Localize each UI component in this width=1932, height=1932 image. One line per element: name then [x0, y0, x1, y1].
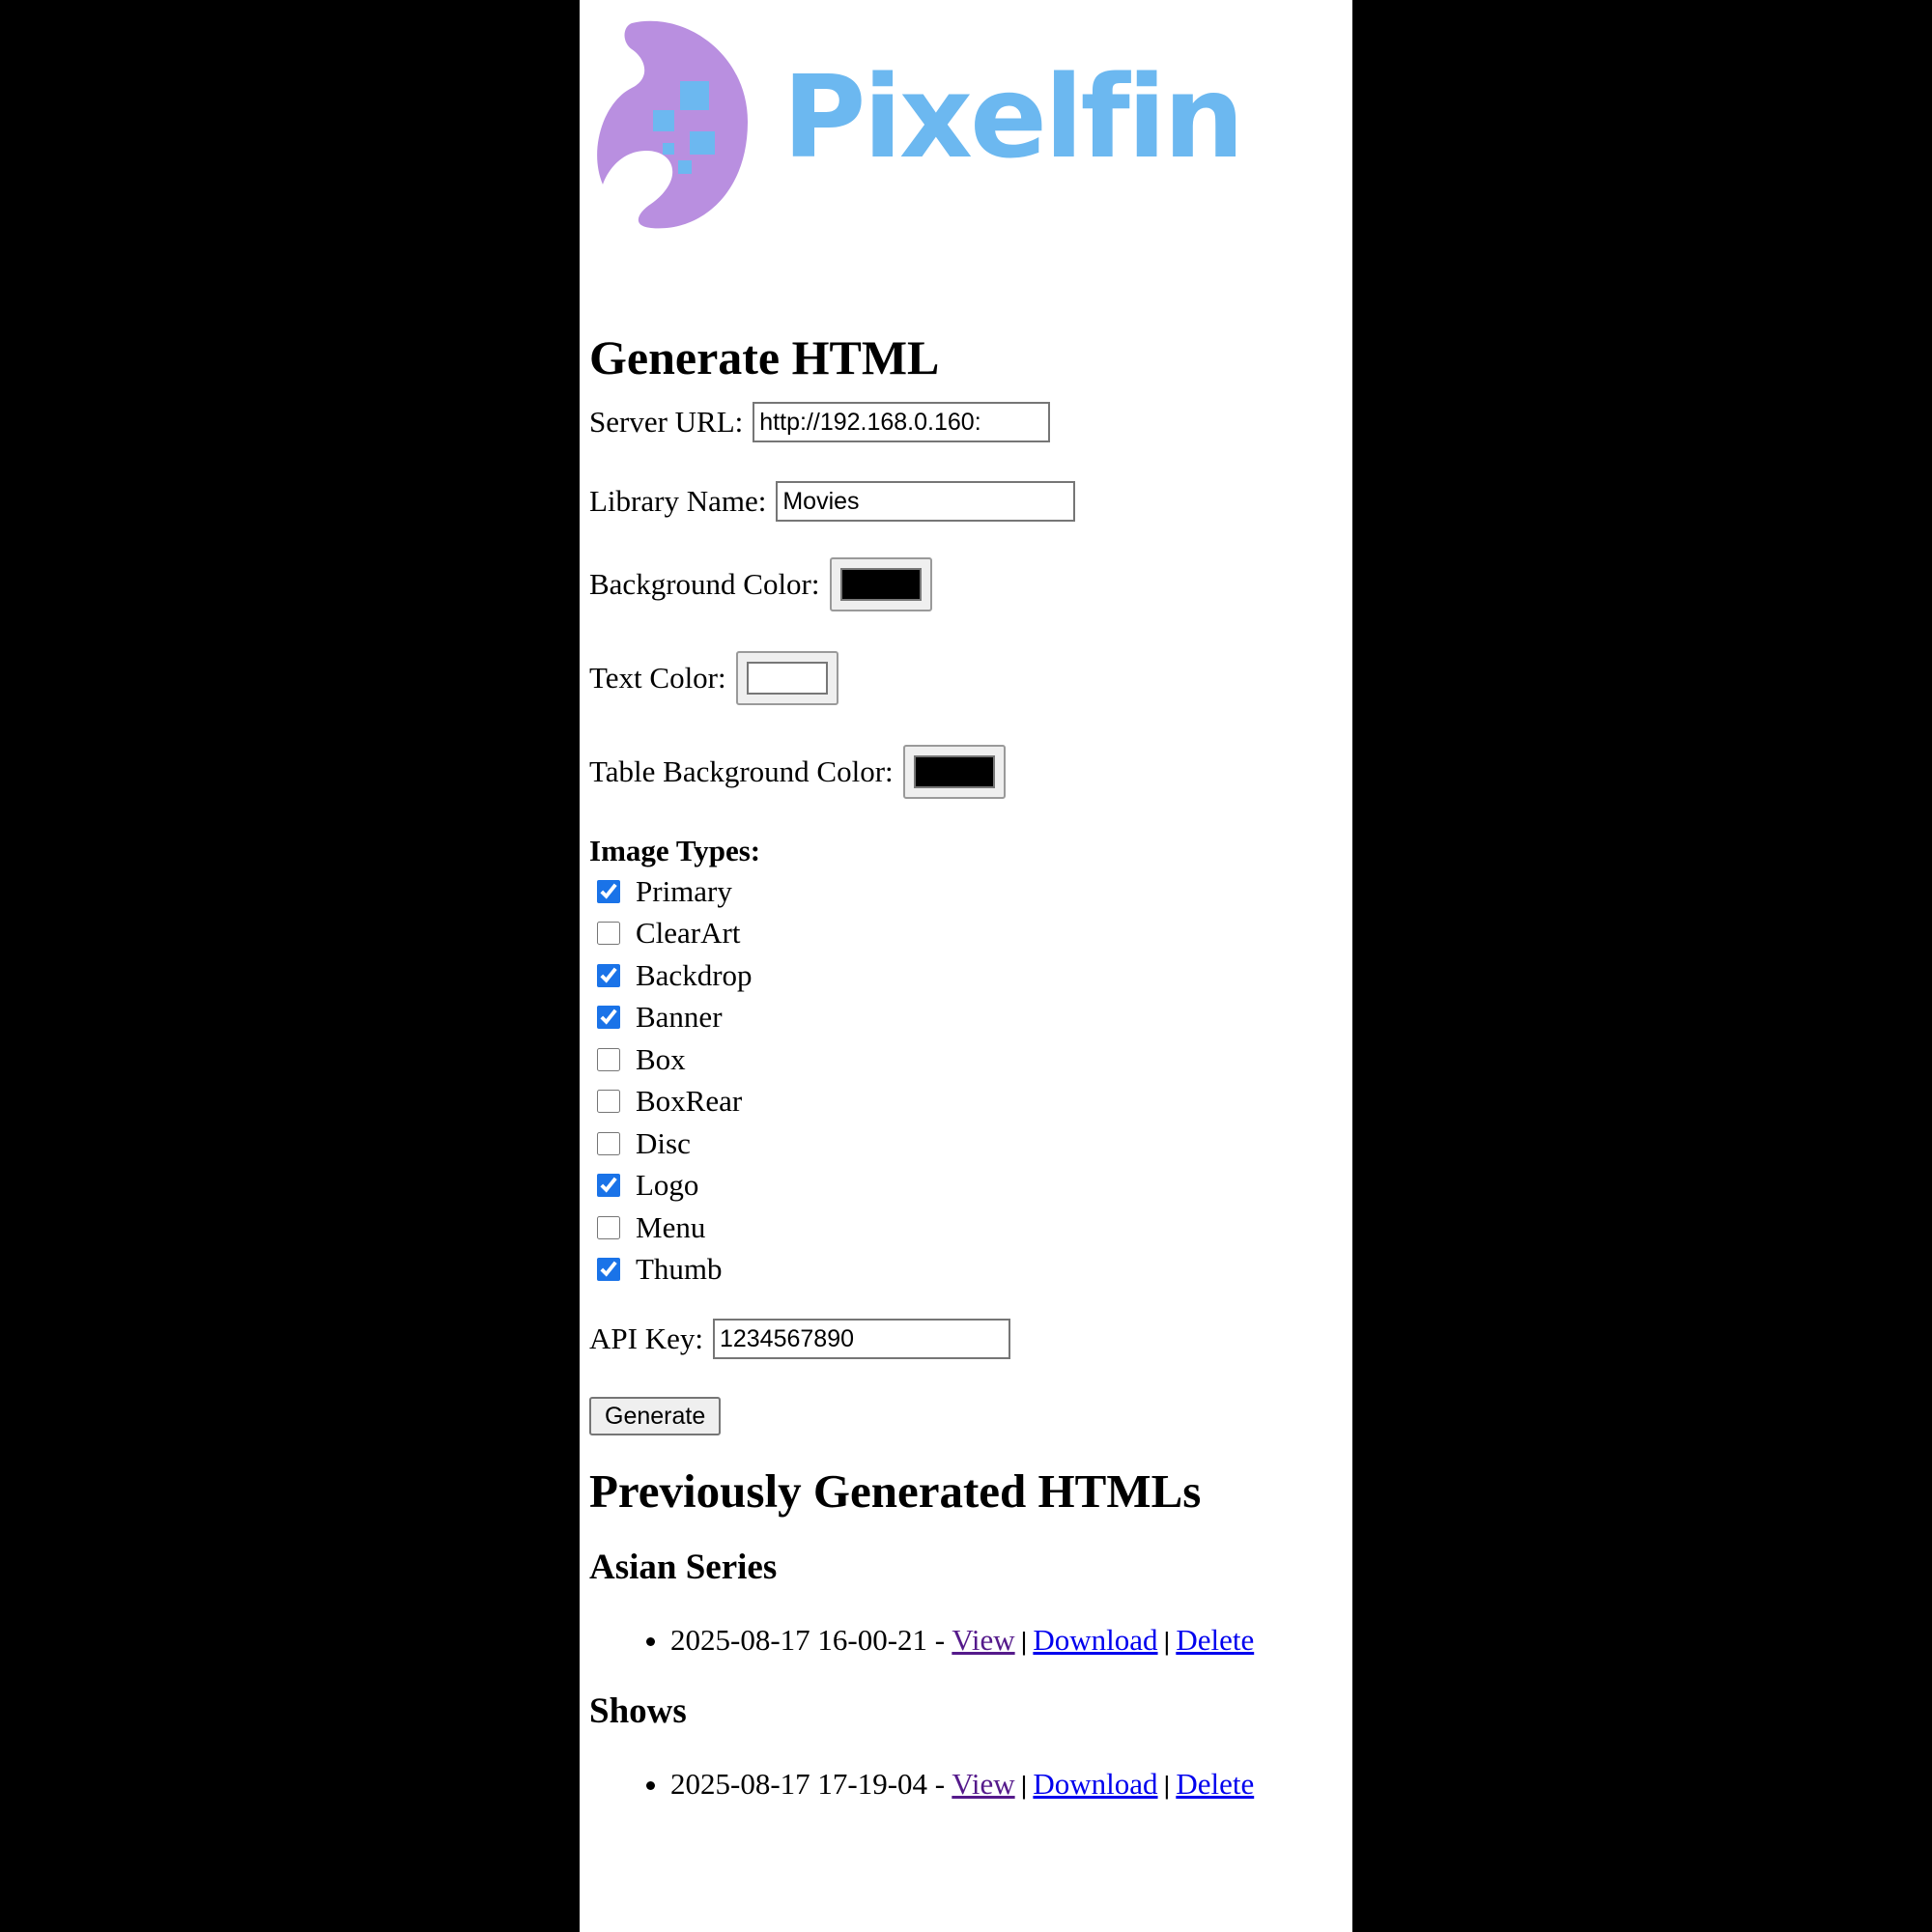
- view-link[interactable]: View: [952, 1767, 1014, 1801]
- delete-link[interactable]: Delete: [1176, 1767, 1254, 1801]
- library-name-input[interactable]: [776, 481, 1076, 522]
- text-color-label: Text Color:: [589, 661, 726, 695]
- download-link[interactable]: Download: [1033, 1767, 1157, 1801]
- image-type-label: ClearArt: [636, 916, 741, 951]
- background-color-row: Background Color:: [589, 557, 1343, 611]
- brand-name: Pixelfin: [782, 50, 1244, 184]
- previous-title: Previously Generated HTMLs: [589, 1464, 1202, 1518]
- background-color-picker[interactable]: [829, 557, 932, 611]
- image-type-checkbox[interactable]: [597, 1006, 620, 1030]
- link-separator: |: [1020, 1771, 1028, 1800]
- image-types-list: Primary ClearArt Backdrop Banner Box BoxRear D…: [589, 870, 1343, 1291]
- generate-form: Generate HTML Server URL: Library Name: …: [589, 324, 1343, 1804]
- image-type-boxrear[interactable]: BoxRear: [589, 1081, 1343, 1123]
- image-type-disc[interactable]: Disc: [589, 1122, 1343, 1165]
- image-type-banner[interactable]: Banner: [589, 997, 1343, 1039]
- image-type-label: Backdrop: [636, 957, 753, 992]
- generate-row: Generate: [589, 1397, 1343, 1435]
- image-type-checkbox[interactable]: [597, 879, 620, 903]
- image-type-primary[interactable]: Primary: [589, 870, 1343, 913]
- image-type-logo[interactable]: Logo: [589, 1165, 1343, 1208]
- delete-link[interactable]: Delete: [1176, 1623, 1254, 1657]
- generate-button[interactable]: Generate: [589, 1397, 722, 1435]
- image-type-label: Primary: [636, 873, 732, 908]
- image-type-checkbox[interactable]: [597, 1131, 620, 1155]
- background-color-swatch: [839, 568, 922, 601]
- image-type-label: Banner: [636, 1000, 723, 1035]
- server-url-label: Server URL:: [589, 405, 744, 439]
- image-type-thumb[interactable]: Thumb: [589, 1249, 1343, 1292]
- view-link[interactable]: View: [952, 1623, 1014, 1657]
- entry-timestamp: 2025-08-17 16-00-21 -: [670, 1623, 946, 1657]
- list-item: 2025-08-17 16-00-21 - View|Download|Dele…: [670, 1621, 1343, 1661]
- image-type-label: BoxRear: [636, 1084, 743, 1119]
- list-item: 2025-08-17 17-19-04 - View|Download|Dele…: [670, 1765, 1343, 1804]
- image-type-label: Menu: [636, 1209, 706, 1244]
- api-key-row: API Key:: [589, 1318, 1343, 1360]
- group-title: Shows: [589, 1691, 687, 1731]
- background-color-label: Background Color:: [589, 567, 820, 601]
- link-separator: |: [1020, 1627, 1028, 1656]
- fin-pixel-logo-icon: [597, 20, 748, 229]
- image-type-checkbox[interactable]: [597, 1258, 620, 1282]
- image-type-checkbox[interactable]: [597, 1215, 620, 1239]
- image-types-section: Image Types: Primary ClearArt Backdrop Bann…: [589, 832, 1343, 1291]
- page: Pixelfin Generate HTML Server URL: Libra…: [580, 0, 1352, 1932]
- image-type-label: Box: [636, 1041, 686, 1076]
- image-type-clearart[interactable]: ClearArt: [589, 913, 1343, 955]
- previous-groups: Asian Series2025-08-17 16-00-21 - View|D…: [589, 1544, 1343, 1804]
- table-background-color-label: Table Background Color:: [589, 754, 894, 788]
- download-link[interactable]: Download: [1033, 1623, 1157, 1657]
- brand-logo: Pixelfin: [593, 15, 1244, 238]
- entry-list: 2025-08-17 17-19-04 - View|Download|Dele…: [589, 1765, 1343, 1804]
- image-type-backdrop[interactable]: Backdrop: [589, 954, 1343, 997]
- image-type-label: Logo: [636, 1168, 699, 1203]
- library-name-row: Library Name:: [589, 478, 1343, 525]
- group-title: Asian Series: [589, 1548, 778, 1587]
- api-key-input[interactable]: [712, 1319, 1010, 1359]
- image-type-box[interactable]: Box: [589, 1038, 1343, 1081]
- entry-list: 2025-08-17 16-00-21 - View|Download|Dele…: [589, 1621, 1343, 1661]
- image-type-checkbox[interactable]: [597, 1090, 620, 1114]
- text-color-swatch: [746, 662, 828, 695]
- image-type-checkbox[interactable]: [597, 1047, 620, 1071]
- api-key-label: API Key:: [589, 1321, 703, 1355]
- entry-timestamp: 2025-08-17 17-19-04 -: [670, 1767, 946, 1801]
- table-background-color-picker[interactable]: [902, 745, 1006, 799]
- link-separator: |: [1163, 1627, 1171, 1656]
- table-background-color-row: Table Background Color:: [589, 745, 1343, 799]
- server-url-row: Server URL:: [589, 399, 1343, 445]
- image-type-checkbox[interactable]: [597, 922, 620, 946]
- text-color-picker[interactable]: [735, 651, 838, 705]
- server-url-input[interactable]: [753, 402, 1051, 442]
- image-type-label: Thumb: [636, 1252, 723, 1287]
- image-type-label: Disc: [636, 1125, 691, 1160]
- image-types-title: Image Types:: [589, 834, 761, 867]
- link-separator: |: [1163, 1771, 1171, 1800]
- library-name-label: Library Name:: [589, 484, 767, 518]
- image-type-checkbox[interactable]: [597, 1174, 620, 1198]
- text-color-row: Text Color:: [589, 651, 1343, 705]
- page-title: Generate HTML: [589, 330, 940, 384]
- image-type-checkbox[interactable]: [597, 963, 620, 987]
- table-background-color-swatch: [913, 755, 995, 788]
- image-type-menu[interactable]: Menu: [589, 1207, 1343, 1249]
